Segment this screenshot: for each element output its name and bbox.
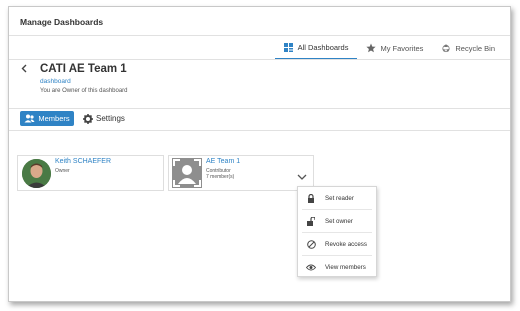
subtabs-bottom-divider	[9, 130, 510, 131]
settings-button[interactable]: Settings	[83, 111, 125, 126]
member-actions-menu: Set reader Set owner Revoke access View …	[297, 186, 377, 277]
back-chevron-icon[interactable]	[21, 64, 28, 76]
unlock-icon	[306, 216, 316, 226]
menu-item-set-reader[interactable]: Set reader	[298, 187, 376, 209]
page-title: CATI AE Team 1	[40, 63, 127, 75]
tab-label: Recycle Bin	[455, 43, 495, 53]
member-name[interactable]: Keith SCHAEFER	[55, 158, 111, 165]
member-card-owner[interactable]: Keith SCHAEFER Owner	[17, 155, 164, 191]
members-button[interactable]: Members	[20, 111, 74, 126]
avatar	[22, 159, 51, 188]
star-icon	[366, 43, 377, 53]
member-card-group[interactable]: AE Team 1 Contributor 7 member(s)	[168, 155, 314, 191]
member-count: 7 member(s)	[206, 174, 235, 180]
users-icon	[24, 114, 35, 123]
lock-icon	[306, 193, 316, 203]
dashboard-link[interactable]: dashboard	[40, 78, 71, 85]
tab-label: All Dashboards	[297, 42, 349, 52]
tab-my-favorites[interactable]: My Favorites	[357, 40, 432, 60]
menu-item-label: View members	[325, 263, 366, 271]
recycle-icon	[441, 43, 451, 53]
tabs-divider	[9, 59, 510, 60]
member-name[interactable]: AE Team 1	[206, 158, 240, 165]
manage-dashboards-window: Manage Dashboards All Dashboards My Favo…	[8, 6, 511, 302]
chevron-down-icon[interactable]	[297, 168, 307, 180]
menu-item-label: Set owner	[325, 217, 353, 225]
tab-recycle-bin[interactable]: Recycle Bin	[432, 40, 504, 60]
members-label: Members	[38, 114, 70, 123]
menu-item-set-owner[interactable]: Set owner	[298, 210, 376, 232]
member-role: Owner	[55, 168, 70, 174]
menu-item-label: Revoke access	[325, 240, 367, 248]
title-divider	[9, 35, 510, 36]
menu-item-label: Set reader	[325, 194, 354, 202]
group-avatar-icon	[172, 158, 202, 188]
eye-icon	[306, 262, 316, 272]
window-title: Manage Dashboards	[20, 17, 104, 27]
tab-all-dashboards[interactable]: All Dashboards	[274, 40, 358, 60]
ownership-note: You are Owner of this dashboard	[40, 88, 128, 94]
ban-icon	[306, 239, 316, 249]
menu-item-view-members[interactable]: View members	[298, 256, 376, 278]
view-tabs: All Dashboards My Favorites Recycle Bin	[274, 40, 504, 60]
subtabs-top-divider	[9, 108, 510, 109]
settings-label: Settings	[96, 114, 125, 123]
gear-icon	[83, 113, 93, 124]
grid-icon	[284, 42, 294, 52]
menu-item-revoke-access[interactable]: Revoke access	[298, 233, 376, 255]
tab-label: My Favorites	[380, 43, 424, 53]
